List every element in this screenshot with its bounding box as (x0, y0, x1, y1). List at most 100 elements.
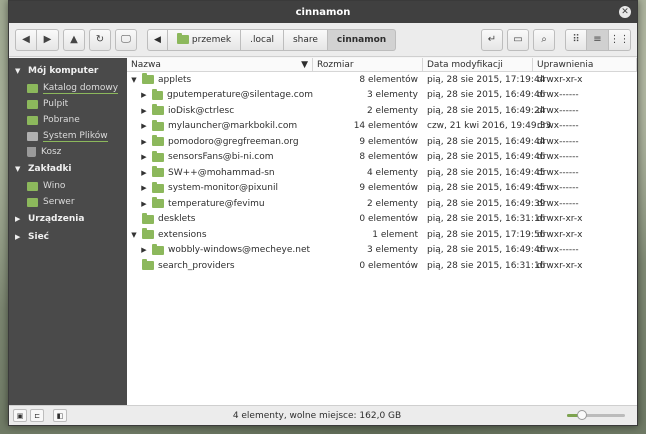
file-name: SW++@mohammad-sn (168, 167, 275, 178)
sidebar-section[interactable]: ▼ Zakładki (9, 160, 127, 178)
file-size: 2 elementy (366, 105, 418, 116)
sidebar-item[interactable]: Kosz (9, 144, 127, 160)
show-tree-button[interactable]: ⊏ (30, 409, 44, 422)
breadcrumb-item[interactable]: .local (241, 28, 284, 51)
collapsed-icon: ▶ (15, 215, 21, 223)
breadcrumb-item[interactable]: share (283, 28, 328, 51)
list-view-button[interactable]: ≡ (587, 28, 609, 51)
expander-closed-icon[interactable]: ▶ (140, 246, 148, 254)
expander-closed-icon[interactable]: ▶ (140, 107, 148, 115)
breadcrumb-scroll-left[interactable]: ◀ (147, 28, 168, 51)
tree-icon: ⊏ (34, 411, 40, 420)
file-size: 14 elementów (353, 121, 418, 132)
sidebar-section[interactable]: ▶ Sieć (9, 228, 127, 246)
column-size[interactable]: Rozmiar (313, 58, 423, 71)
file-row[interactable]: ▼ applets 8 elementów pią, 28 sie 2015, 17:… (127, 72, 637, 88)
file-row[interactable]: ▶ ioDisk@ctrlesc 2 elementy pią, 28 sie 201… (127, 103, 637, 119)
folder-icon (152, 104, 164, 116)
back-button[interactable]: ◀ (15, 28, 37, 51)
column-date[interactable]: Data modyfikacji (423, 58, 533, 71)
file-row[interactable]: ▶ sensorsFans@bi-ni.com 8 elementów pią, 28… (127, 150, 637, 166)
file-perms: drwx------ (537, 105, 579, 116)
terminal-icon: ▭ (513, 34, 523, 45)
file-size: 1 element (372, 229, 418, 240)
sidebar-item[interactable]: Serwer (9, 194, 127, 210)
folder-icon (142, 228, 154, 240)
expander-closed-icon[interactable]: ▶ (140, 122, 148, 130)
window-title: cinnamon (295, 6, 351, 18)
column-perms[interactable]: Uprawnienia (533, 58, 637, 71)
breadcrumb-item[interactable]: cinnamon (327, 28, 397, 51)
folder-icon (152, 197, 164, 209)
view-mode-group: ⠿ ≡ ⋮⋮ (565, 28, 631, 51)
terminal-button[interactable]: ▭ (507, 28, 529, 51)
file-row[interactable]: ▶ system-monitor@pixunil 9 elementów pią, 2… (127, 181, 637, 197)
file-date: pią, 28 sie 2015, 16:49:24 (427, 105, 546, 116)
icon-view-button[interactable]: ⠿ (565, 28, 587, 51)
file-row[interactable]: desklets 0 elementów pią, 28 sie 2015, 16:… (127, 212, 637, 228)
sidebar-item[interactable]: Pulpit (9, 96, 127, 112)
file-date: pią, 28 sie 2015, 16:49:44 (427, 136, 546, 147)
folder-icon (27, 197, 38, 207)
folder-icon: ▣ (16, 411, 24, 420)
expander-open-icon[interactable]: ▼ (130, 76, 138, 84)
computer-button[interactable]: 🖵 (115, 28, 137, 51)
expander-open-icon[interactable]: ▼ (130, 231, 138, 239)
column-name[interactable]: Nazwa ▼ (127, 58, 313, 71)
file-row[interactable]: ▶ mylauncher@markbokil.com 14 elementów czw… (127, 119, 637, 135)
file-name: desklets (158, 214, 196, 225)
file-row[interactable]: ▶ wobbly-windows@mecheye.net 3 elementy pią… (127, 243, 637, 259)
up-button[interactable]: ▲ (63, 28, 85, 51)
file-row[interactable]: ▶ temperature@fevimu 2 elementy pią, 28 sie… (127, 196, 637, 212)
expander-closed-icon[interactable]: ▶ (140, 91, 148, 99)
file-name: sensorsFans@bi-ni.com (168, 152, 274, 163)
expander-closed-icon[interactable]: ▶ (140, 153, 148, 161)
file-date: pią, 28 sie 2015, 16:49:46 (427, 152, 546, 163)
file-row[interactable]: search_providers 0 elementów pią, 28 sie 2… (127, 258, 637, 274)
file-date: pią, 28 sie 2015, 16:49:45 (427, 167, 546, 178)
file-row[interactable]: ▶ gputemperature@silentage.com 3 elementy p… (127, 88, 637, 104)
file-rows: ▼ applets 8 elementów pią, 28 sie 2015, 17:… (127, 72, 637, 274)
file-row[interactable]: ▶ SW++@mohammad-sn 4 elementy pią, 28 sie 2… (127, 165, 637, 181)
toggle-sidebar-button[interactable]: ◧ (53, 409, 67, 422)
file-date: pią, 28 sie 2015, 17:19:56 (427, 229, 546, 240)
location-icon: ↵ (487, 34, 497, 45)
compact-icon: ⋮⋮ (609, 34, 630, 45)
search-button[interactable]: ⌕ (533, 28, 555, 51)
expander-closed-icon[interactable]: ▶ (140, 138, 148, 146)
file-row[interactable]: ▼ extensions 1 element pią, 28 sie 2015, 17… (127, 227, 637, 243)
sidebar-item[interactable]: Wino (9, 178, 127, 194)
file-size: 3 elementy (366, 90, 418, 101)
expanded-icon: ▼ (15, 165, 21, 173)
zoom-slider-knob[interactable] (576, 410, 587, 420)
forward-button[interactable]: ▶ (37, 28, 59, 51)
compact-view-button[interactable]: ⋮⋮ (609, 28, 631, 51)
file-size: 3 elementy (366, 245, 418, 256)
file-name: mylauncher@markbokil.com (168, 121, 298, 132)
file-date: pią, 28 sie 2015, 17:19:44 (427, 74, 546, 85)
show-places-button[interactable]: ▣ (13, 409, 27, 422)
sidebar-section[interactable]: ▶ Urządzenia (9, 210, 127, 228)
reload-button[interactable]: ↻ (89, 28, 111, 51)
file-size: 8 elementów (359, 152, 418, 163)
expander-closed-icon[interactable]: ▶ (140, 169, 148, 177)
open-location-button[interactable]: ↵ (481, 28, 503, 51)
file-name: gputemperature@silentage.com (166, 90, 313, 101)
sidebar-item[interactable]: Katalog domowy (9, 80, 127, 96)
status-text: 4 elementy, wolne miejsce: 162,0 GB (232, 410, 402, 421)
expander-closed-icon[interactable]: ▶ (140, 200, 148, 208)
folder-icon (142, 73, 154, 85)
column-header: Nazwa ▼ Rozmiar Data modyfikacji Uprawni… (127, 58, 637, 72)
sidebar-item[interactable]: Pobrane (9, 112, 127, 128)
zoom-slider[interactable] (567, 410, 625, 420)
close-button[interactable]: ✕ (619, 6, 631, 18)
file-perms: drwx------ (537, 183, 579, 194)
reload-icon: ↻ (95, 34, 105, 45)
file-row[interactable]: ▶ pomodoro@gregfreeman.org 9 elementów pią,… (127, 134, 637, 150)
expander-closed-icon[interactable]: ▶ (140, 184, 148, 192)
sidebar-section[interactable]: ▼ Mój komputer (9, 62, 127, 80)
folder-icon (27, 99, 38, 109)
file-list: Nazwa ▼ Rozmiar Data modyfikacji Uprawni… (127, 58, 637, 405)
breadcrumb-item[interactable]: przemek (167, 28, 242, 51)
sidebar-item[interactable]: System Plików (9, 128, 127, 144)
